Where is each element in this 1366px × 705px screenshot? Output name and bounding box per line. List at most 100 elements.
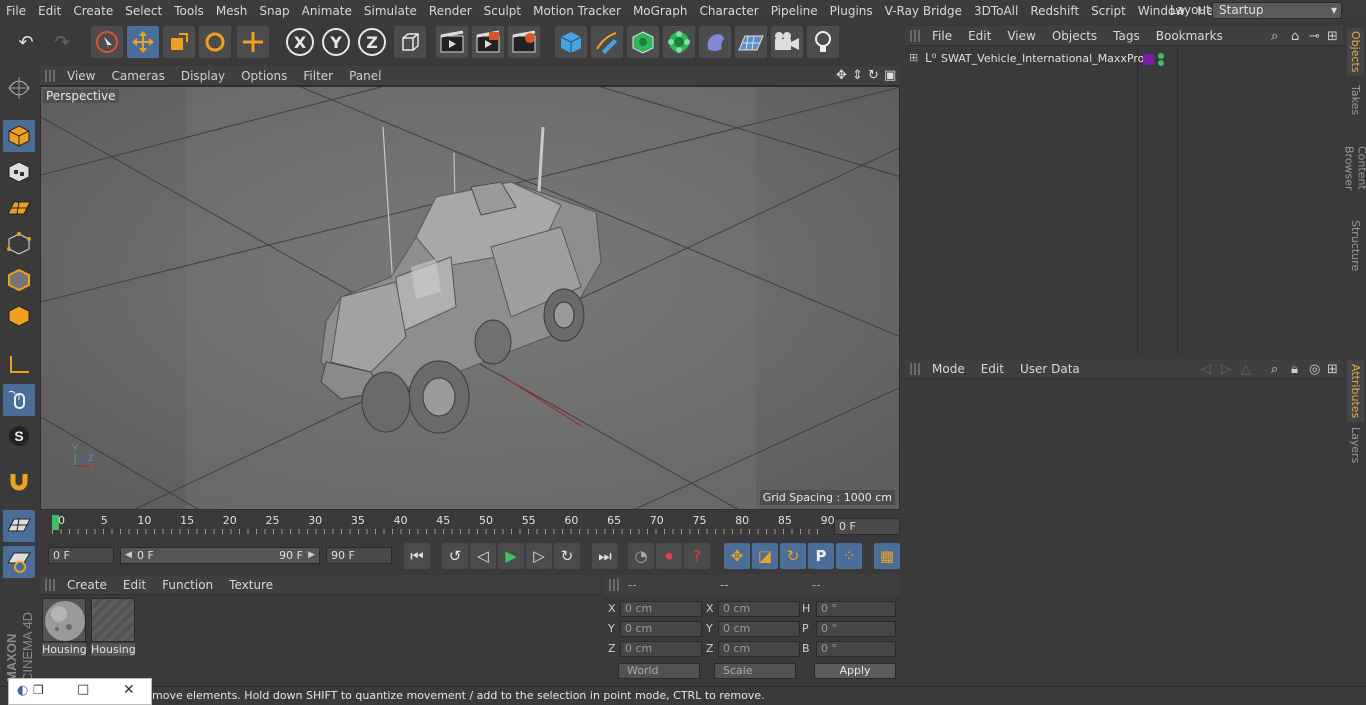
key-position-icon[interactable]: ✥	[724, 543, 750, 569]
go-to-start-icon[interactable]: ⏮	[404, 543, 430, 569]
menu-render[interactable]: Render	[423, 4, 478, 18]
menu-file[interactable]: File	[0, 4, 32, 18]
search-icon[interactable]: ⌕	[1271, 29, 1278, 44]
autokey-help-icon[interactable]: ?	[684, 543, 710, 569]
frame-range-slider[interactable]: ◀ 0 F 90 F ▶	[120, 547, 320, 564]
home-icon[interactable]: ⌂	[1291, 29, 1299, 44]
link-icon[interactable]: ⊸	[1309, 29, 1320, 44]
move-tool-icon[interactable]	[127, 26, 159, 58]
subdivision-surface-icon[interactable]	[627, 26, 659, 58]
redo-icon[interactable]: ↷	[46, 26, 78, 58]
viewport-menu-cameras[interactable]: Cameras	[103, 69, 172, 83]
menu-redshift[interactable]: Redshift	[1024, 4, 1085, 18]
maximize-icon[interactable]: □	[77, 682, 89, 697]
material-swatch[interactable]: Housing	[91, 598, 135, 656]
texture-mode-icon[interactable]	[3, 156, 35, 188]
render-to-picture-viewer-icon[interactable]	[472, 26, 504, 58]
menu-3dtoall[interactable]: 3DToAll	[968, 4, 1024, 18]
apply-button[interactable]: Apply	[814, 663, 896, 679]
rotate-tool-icon[interactable]	[199, 26, 231, 58]
timeline-ruler[interactable]: 0 5 10 15 20 25 30 35 40 45 50 55 60 65 70 75 80 85 90 0 F	[40, 513, 900, 535]
forward-arrow-icon[interactable]: ▷	[1221, 362, 1231, 377]
object-name[interactable]: SWAT_Vehicle_International_MaxxPro	[941, 52, 1144, 65]
workplane-lock-icon[interactable]	[3, 510, 35, 542]
next-key-icon[interactable]: ↻	[554, 543, 580, 569]
transform-tool-icon[interactable]	[237, 26, 269, 58]
floor-scene-icon[interactable]	[735, 26, 767, 58]
tab-objects[interactable]: Objects	[1347, 28, 1364, 76]
panel-grip-icon[interactable]	[45, 69, 55, 82]
coordinate-system-icon[interactable]	[394, 26, 426, 58]
menu-plugins[interactable]: Plugins	[824, 4, 879, 18]
attributes-menu-user-data[interactable]: User Data	[1012, 362, 1088, 376]
key-pla-icon[interactable]: ⁘	[836, 543, 862, 569]
rotation-b-field[interactable]: 0 °	[816, 641, 896, 657]
menu-snap[interactable]: Snap	[253, 4, 295, 18]
points-mode-icon[interactable]	[3, 228, 35, 260]
panel-grip-icon[interactable]	[910, 29, 920, 42]
key-rotation-icon[interactable]: ↻	[780, 543, 806, 569]
close-icon[interactable]: ✕	[123, 682, 135, 698]
editor-visibility-dot[interactable]	[1158, 53, 1164, 59]
make-editable-icon[interactable]	[3, 72, 35, 104]
go-to-end-icon[interactable]: ⏭	[592, 543, 618, 569]
attributes-menu-mode[interactable]: Mode	[924, 362, 973, 376]
solo-mode-icon[interactable]: S	[3, 420, 35, 452]
viewport-menu-filter[interactable]: Filter	[295, 69, 341, 83]
edges-mode-icon[interactable]	[3, 264, 35, 296]
light-icon[interactable]	[807, 26, 839, 58]
panel-grip-icon[interactable]	[910, 362, 920, 375]
x-axis-lock-icon[interactable]: X	[286, 28, 314, 56]
viewport-menu-view[interactable]: View	[59, 69, 103, 83]
menu-edit[interactable]: Edit	[32, 4, 67, 18]
tab-attributes[interactable]: Attributes	[1347, 360, 1364, 422]
z-axis-lock-icon[interactable]: Z	[358, 28, 386, 56]
menu-character[interactable]: Character	[693, 4, 764, 18]
viewport-maximize-icon[interactable]: ▣	[884, 68, 896, 83]
previous-key-icon[interactable]: ↺	[442, 543, 468, 569]
coordinate-space-dropdown[interactable]: World	[618, 663, 700, 679]
menu-script[interactable]: Script	[1085, 4, 1132, 18]
previous-frame-icon[interactable]: ◁	[470, 543, 496, 569]
render-settings-icon[interactable]	[508, 26, 540, 58]
deformer-icon[interactable]	[699, 26, 731, 58]
search-icon[interactable]: ⌕	[1271, 362, 1278, 377]
material-menu-create[interactable]: Create	[59, 578, 115, 592]
next-frame-icon[interactable]: ▷	[526, 543, 552, 569]
live-selection-icon[interactable]	[91, 26, 123, 58]
timeline-window-icon[interactable]: ▦	[874, 543, 900, 569]
size-y-field[interactable]: 0 cm	[718, 621, 800, 637]
position-x-field[interactable]: 0 cm	[620, 601, 702, 617]
polygons-mode-icon[interactable]	[3, 300, 35, 332]
end-frame-field[interactable]: 90 F	[326, 547, 392, 564]
size-z-field[interactable]: 0 cm	[718, 641, 800, 657]
motion-record-icon[interactable]: ◔	[628, 543, 654, 569]
menu-simulate[interactable]: Simulate	[358, 4, 423, 18]
key-scale-icon[interactable]: ◪	[752, 543, 778, 569]
camera-icon[interactable]	[771, 26, 803, 58]
record-keys-icon[interactable]: ⏺	[656, 543, 682, 569]
menu-motion-tracker[interactable]: Motion Tracker	[527, 4, 627, 18]
object-row[interactable]: ⊞ L⁰ SWAT_Vehicle_International_MaxxPro	[905, 51, 1343, 69]
objects-menu-objects[interactable]: Objects	[1044, 29, 1105, 43]
back-arrow-icon[interactable]: ◁	[1201, 362, 1211, 377]
tab-structure[interactable]: Structure	[1347, 218, 1364, 274]
menu-mograph[interactable]: MoGraph	[627, 4, 694, 18]
menu-select[interactable]: Select	[119, 4, 168, 18]
tweak-mode-icon[interactable]	[3, 384, 35, 416]
tab-takes[interactable]: Takes	[1347, 80, 1364, 120]
up-arrow-icon[interactable]: △	[1241, 362, 1251, 377]
expand-icon[interactable]: ⊞	[909, 51, 918, 64]
pen-spline-icon[interactable]	[591, 26, 623, 58]
attributes-menu-edit[interactable]: Edit	[973, 362, 1012, 376]
tab-content-browser[interactable]: Content Browser	[1343, 124, 1366, 212]
viewport-menu-options[interactable]: Options	[233, 69, 295, 83]
material-menu-texture[interactable]: Texture	[221, 578, 281, 592]
objects-menu-view[interactable]: View	[999, 29, 1043, 43]
objects-menu-file[interactable]: File	[924, 29, 960, 43]
objects-menu-edit[interactable]: Edit	[960, 29, 999, 43]
minimized-window-bar[interactable]: ◐ ❐ □ ✕	[8, 678, 152, 705]
menu-vray-bridge[interactable]: V-Ray Bridge	[879, 4, 968, 18]
menu-mesh[interactable]: Mesh	[210, 4, 254, 18]
material-menu-edit[interactable]: Edit	[115, 578, 154, 592]
